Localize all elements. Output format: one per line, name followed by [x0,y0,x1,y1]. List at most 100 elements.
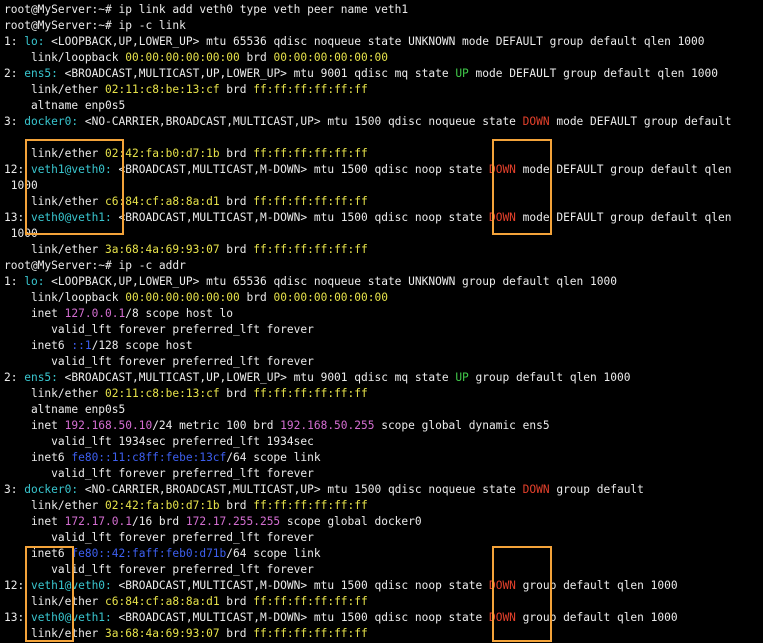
terminal-text-segment: link/loopback [4,51,126,64]
terminal-line: root@MyServer:~# ip -c link [4,18,186,34]
terminal-text-segment: scope global docker0 [280,515,422,528]
terminal-line: link/ether 3a:68:4a:69:93:07 brd ff:ff:f… [4,626,368,642]
terminal-line: inet 127.0.0.1/8 scope host lo [4,306,233,322]
terminal-line: altname enp0s5 [4,98,125,114]
terminal-text-segment: veth1@veth0: [30,579,112,592]
terminal-line: inet 192.168.50.10/24 metric 100 brd 192… [4,418,550,434]
terminal-text-segment: docker0: [24,483,79,496]
terminal-line: altname enp0s5 [4,402,125,418]
terminal-line: inet6 ::1/128 scope host [4,338,193,354]
terminal-text-segment: mode DEFAULT group default qlen [515,211,732,224]
terminal-text-segment: ens5: [24,67,58,80]
terminal-text-segment: ff:ff:ff:ff:ff:ff [253,627,368,640]
terminal-text-segment: valid_lft forever preferred_lft forever [4,467,314,480]
terminal-window[interactable]: root@MyServer:~# ip link add veth0 type … [0,0,763,643]
terminal-text-segment: mode DEFAULT group default [549,115,732,128]
terminal-text-segment: <BROADCAST,MULTICAST,M-DOWN> mtu 1500 qd… [111,163,489,176]
terminal-text-segment: c6:84:cf:a8:8a:d1 [105,195,220,208]
terminal-text-segment: link/ether [4,195,106,208]
terminal-text-segment: /64 scope link [226,547,321,560]
terminal-text-segment: 2: [4,371,25,384]
terminal-text-segment: 00:00:00:00:00:00 [273,51,388,64]
terminal-text-segment: brd [239,51,274,64]
terminal-text-segment: <LOOPBACK,UP,LOWER_UP> mtu 65536 qdisc n… [44,35,705,48]
terminal-text-segment: 3a:68:4a:69:93:07 [105,243,220,256]
terminal-text-segment: 1000 [4,179,38,192]
terminal-text-segment: 192.168.50.255 [280,419,375,432]
terminal-text-segment: <NO-CARRIER,BROADCAST,MULTICAST,UP> mtu … [78,483,523,496]
terminal-text-segment: valid_lft forever preferred_lft forever [4,563,314,576]
terminal-line: link/ether 02:42:fa:b0:d7:1b brd ff:ff:f… [4,498,368,514]
terminal-text-segment: ens5: [24,371,58,384]
terminal-text-segment: ff:ff:ff:ff:ff:ff [253,387,368,400]
terminal-line: link/loopback 00:00:00:00:00:00 brd 00:0… [4,290,388,306]
terminal-text-segment: ff:ff:ff:ff:ff:ff [253,195,368,208]
terminal-text-segment: inet6 [4,547,72,560]
terminal-text-segment: inet6 [4,451,72,464]
terminal-text-segment: brd [219,147,254,160]
terminal-text-segment: link/ether [4,499,106,512]
terminal-text-segment: brd [219,195,254,208]
terminal-text-segment: c6:84:cf:a8:8a:d1 [105,595,220,608]
terminal-text-segment: 02:42:fa:b0:d7:1b [105,147,220,160]
terminal-text-segment: 02:11:c8:be:13:cf [105,387,220,400]
terminal-text-segment: DOWN [488,579,516,592]
terminal-line: 1: lo: <LOOPBACK,UP,LOWER_UP> mtu 65536 … [4,274,617,290]
terminal-line: 1000 [4,226,38,242]
terminal-text-segment: 02:11:c8:be:13:cf [105,83,220,96]
terminal-text-segment: valid_lft forever preferred_lft forever [4,355,314,368]
terminal-text-segment: docker0: [24,115,79,128]
terminal-line: valid_lft forever preferred_lft forever [4,530,314,546]
terminal-text-segment: 13: [4,611,31,624]
terminal-text-segment: root@MyServer:~# ip -c addr [4,259,186,272]
terminal-text-segment: <LOOPBACK,UP,LOWER_UP> mtu 65536 qdisc n… [44,275,617,288]
terminal-line: link/ether c6:84:cf:a8:8a:d1 brd ff:ff:f… [4,194,368,210]
terminal-text-segment: altname enp0s5 [4,99,126,112]
terminal-line: root@MyServer:~# ip link add veth0 type … [4,2,408,18]
terminal-line: 12: veth1@veth0: <BROADCAST,MULTICAST,M-… [4,162,731,178]
terminal-text-segment: 1: [4,275,25,288]
terminal-text-segment: root@MyServer:~# ip -c link [4,19,186,32]
terminal-line: inet6 fe80::42:faff:feb0:d71b/64 scope l… [4,546,321,562]
terminal-text-segment: brd [239,291,274,304]
terminal-text-segment: /64 scope link [226,451,321,464]
terminal-text-segment: <BROADCAST,MULTICAST,M-DOWN> mtu 1500 qd… [111,611,489,624]
terminal-line: valid_lft 1934sec preferred_lft 1934sec [4,434,314,450]
terminal-text-segment: veth0@veth1: [30,211,112,224]
terminal-text-segment: 3: [4,115,25,128]
terminal-line: 13: veth0@veth1: <BROADCAST,MULTICAST,M-… [4,610,678,626]
terminal-text-segment: link/ether [4,387,106,400]
terminal-text-segment: link/ether [4,83,106,96]
terminal-text-segment: ::1 [71,339,92,352]
terminal-text-segment: 1000 [4,227,38,240]
terminal-text-segment: 192.168.50.10 [64,419,153,432]
terminal-line: link/ether 02:11:c8:be:13:cf brd ff:ff:f… [4,386,368,402]
terminal-line: link/ether 02:11:c8:be:13:cf brd ff:ff:f… [4,82,368,98]
terminal-line: link/ether c6:84:cf:a8:8a:d1 brd ff:ff:f… [4,594,368,610]
terminal-line: link/ether 3a:68:4a:69:93:07 brd ff:ff:f… [4,242,368,258]
terminal-text-segment: DOWN [488,211,516,224]
terminal-text-segment: valid_lft forever preferred_lft forever [4,531,314,544]
terminal-text-segment: brd [219,387,254,400]
terminal-text-segment: inet [4,307,65,320]
terminal-line: inet 172.17.0.1/16 brd 172.17.255.255 sc… [4,514,422,530]
terminal-line: 1000 [4,178,38,194]
terminal-text-segment: valid_lft forever preferred_lft forever [4,323,314,336]
terminal-text-segment: mode DEFAULT group default qlen [515,163,732,176]
terminal-text-segment: lo: [24,35,45,48]
terminal-text-segment: scope global dynamic ens5 [374,419,550,432]
terminal-text-segment: 12: [4,579,31,592]
terminal-text-segment: DOWN [522,115,550,128]
terminal-text-segment: <BROADCAST,MULTICAST,M-DOWN> mtu 1500 qd… [111,579,489,592]
terminal-line: 3: docker0: <NO-CARRIER,BROADCAST,MULTIC… [4,482,644,498]
terminal-text-segment: /16 brd [131,515,186,528]
terminal-line: valid_lft forever preferred_lft forever [4,466,314,482]
terminal-text-segment: 00:00:00:00:00:00 [125,291,240,304]
terminal-text-segment: link/ether [4,147,106,160]
terminal-text-segment: /128 scope host [91,339,193,352]
terminal-text-segment: link/loopback [4,291,126,304]
terminal-text-segment: group default qlen 1000 [515,579,678,592]
terminal-text-segment: fe80::11:c8ff:febe:13cf [71,451,227,464]
terminal-text-segment: 12: [4,163,31,176]
terminal-text-segment: DOWN [522,483,550,496]
